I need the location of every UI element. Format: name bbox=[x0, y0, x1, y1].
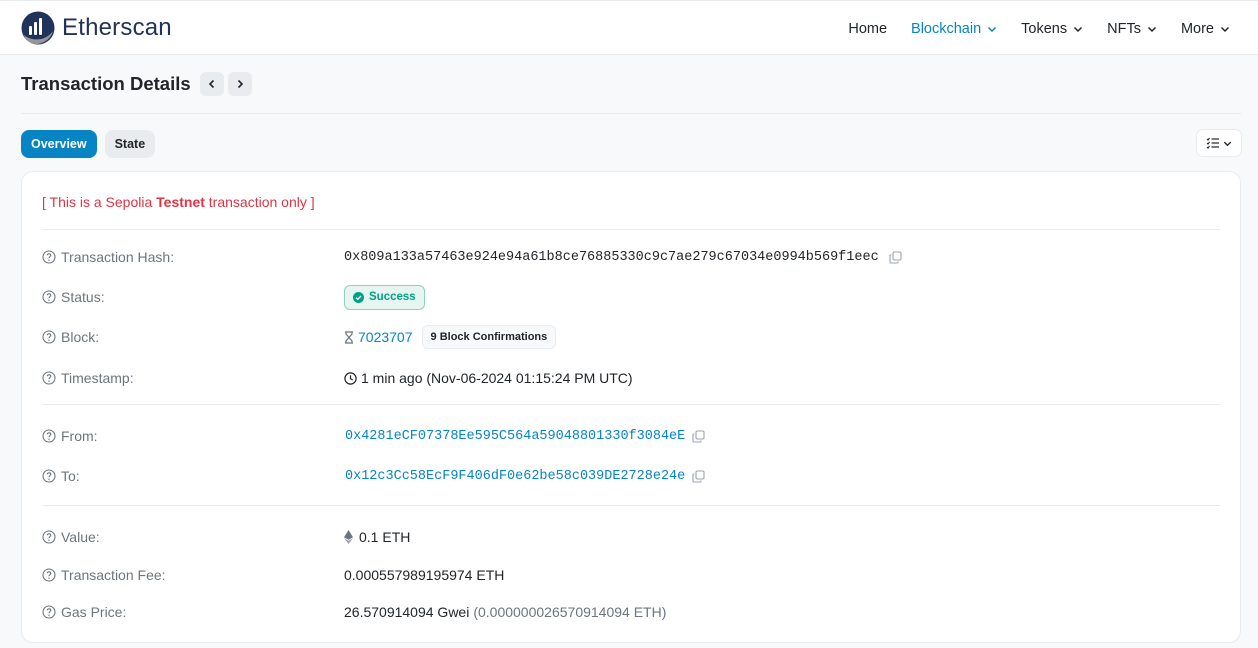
question-circle-icon[interactable] bbox=[42, 250, 56, 264]
etherscan-logo[interactable]: Etherscan bbox=[21, 11, 172, 45]
nav-blockchain-label: Blockchain bbox=[911, 20, 982, 37]
row-to: To: 0x12c3Cc58EcF9F406dF0e62be58c039DE27… bbox=[42, 464, 1220, 488]
nav-nfts-label: NFTs bbox=[1107, 20, 1141, 37]
transaction-details-card: [ This is a Sepolia Testnet transaction … bbox=[21, 171, 1241, 643]
transaction-fee-value: 0.000557989195974 ETH bbox=[344, 567, 505, 583]
value-amount: 0.1 ETH bbox=[359, 529, 411, 545]
copy-icon[interactable] bbox=[692, 469, 705, 483]
section-divider bbox=[42, 229, 1220, 230]
nav-more[interactable]: More bbox=[1181, 21, 1230, 37]
nav-blockchain[interactable]: Blockchain bbox=[911, 21, 997, 37]
value-label: Value: bbox=[61, 529, 100, 545]
page-title: Transaction Details bbox=[21, 73, 191, 94]
row-gas-price: Gas Price: 26.570914094 Gwei (0.00000002… bbox=[42, 600, 1220, 624]
title-row: Transaction Details bbox=[21, 72, 252, 96]
list-options-icon bbox=[1206, 137, 1219, 149]
gas-price-value: 26.570914094 Gwei bbox=[344, 604, 470, 620]
status-text: Success bbox=[369, 291, 416, 303]
row-transaction-hash: Transaction Hash: 0x809a133a57463e924e94… bbox=[42, 245, 1220, 269]
etherscan-logo-icon bbox=[21, 11, 55, 45]
clock-icon bbox=[344, 371, 357, 385]
nav-home[interactable]: Home bbox=[848, 21, 887, 37]
question-circle-icon[interactable] bbox=[42, 330, 56, 344]
to-address-link[interactable]: 0x12c3Cc58EcF9F406dF0e62be58c039DE2728e2… bbox=[345, 469, 685, 484]
row-from: From: 0x4281eCF07378Ee595C564a5904880133… bbox=[42, 424, 1220, 448]
nav-tokens-label: Tokens bbox=[1021, 20, 1068, 37]
chevron-down-icon bbox=[1223, 141, 1232, 146]
from-label: From: bbox=[61, 428, 98, 444]
chevron-right-icon bbox=[237, 79, 243, 89]
nav-nfts[interactable]: NFTs bbox=[1107, 21, 1157, 37]
gas-price-eth-value: (0.000000026570914094 ETH) bbox=[473, 604, 667, 620]
tab-overview[interactable]: Overview bbox=[21, 130, 97, 158]
nav-more-label: More bbox=[1180, 20, 1214, 37]
from-address-link[interactable]: 0x4281eCF07378Ee595C564a59048801330f3084… bbox=[345, 429, 685, 444]
view-options-button[interactable] bbox=[1196, 129, 1242, 157]
section-divider bbox=[42, 505, 1220, 506]
question-circle-icon[interactable] bbox=[42, 371, 56, 385]
next-transaction-button[interactable] bbox=[227, 72, 252, 96]
timestamp-value: 1 min ago (Nov-06-2024 01:15:24 PM UTC) bbox=[361, 370, 633, 386]
nav-tokens[interactable]: Tokens bbox=[1021, 21, 1083, 37]
chevron-down-icon bbox=[988, 26, 997, 32]
question-circle-icon[interactable] bbox=[42, 429, 56, 443]
row-value: Value: 0.1 ETH bbox=[42, 525, 1220, 549]
section-divider bbox=[42, 404, 1220, 405]
transaction-hash-value: 0x809a133a57463e924e94a61b8ce76885330c9c… bbox=[344, 249, 879, 265]
main-nav: Home Blockchain Tokens NFTs More bbox=[824, 1, 1230, 56]
question-circle-icon[interactable] bbox=[42, 605, 56, 619]
site-header: Etherscan Home Blockchain Tokens NFTs Mo… bbox=[0, 0, 1258, 55]
status-label: Status: bbox=[61, 289, 105, 305]
block-label: Block: bbox=[61, 329, 100, 345]
detail-tabs: Overview State bbox=[21, 130, 163, 158]
timestamp-label: Timestamp: bbox=[61, 370, 134, 386]
row-timestamp: Timestamp: 1 min ago (Nov-06-2024 01:15:… bbox=[42, 366, 1220, 390]
chevron-down-icon bbox=[1074, 26, 1083, 32]
transaction-fee-label: Transaction Fee: bbox=[61, 567, 166, 583]
row-status: Status: Success bbox=[42, 284, 1220, 310]
transaction-hash-label: Transaction Hash: bbox=[61, 249, 175, 265]
to-label: To: bbox=[61, 468, 80, 484]
testnet-notice-suffix: transaction only ] bbox=[204, 194, 315, 210]
nav-home-label: Home bbox=[848, 20, 888, 37]
logo-text: Etherscan bbox=[62, 14, 172, 41]
question-circle-icon[interactable] bbox=[42, 469, 56, 483]
question-circle-icon[interactable] bbox=[42, 530, 56, 544]
hourglass-icon bbox=[345, 330, 353, 344]
gas-price-label: Gas Price: bbox=[61, 604, 127, 620]
title-divider bbox=[21, 113, 1241, 114]
testnet-notice-prefix: [ This is a Sepolia bbox=[42, 194, 157, 210]
copy-icon[interactable] bbox=[692, 429, 705, 443]
row-transaction-fee: Transaction Fee: 0.000557989195974 ETH bbox=[42, 563, 1220, 587]
ethereum-icon bbox=[344, 530, 353, 544]
chevron-left-icon bbox=[208, 79, 214, 89]
check-circle-icon bbox=[353, 291, 364, 303]
previous-transaction-button[interactable] bbox=[199, 72, 224, 96]
block-number-link[interactable]: 7023707 bbox=[358, 329, 413, 345]
testnet-notice: [ This is a Sepolia Testnet transaction … bbox=[42, 194, 315, 210]
question-circle-icon[interactable] bbox=[42, 290, 56, 304]
testnet-notice-bold: Testnet bbox=[156, 194, 205, 210]
copy-icon[interactable] bbox=[889, 250, 902, 264]
status-badge: Success bbox=[344, 284, 425, 310]
tab-state[interactable]: State bbox=[104, 130, 156, 158]
question-circle-icon[interactable] bbox=[42, 568, 56, 582]
chevron-down-icon bbox=[1220, 26, 1230, 32]
chevron-down-icon bbox=[1147, 26, 1156, 32]
block-confirmations-badge: 9 Block Confirmations bbox=[421, 325, 557, 349]
row-block: Block: 7023707 9 Block Confirmations bbox=[42, 325, 1220, 349]
